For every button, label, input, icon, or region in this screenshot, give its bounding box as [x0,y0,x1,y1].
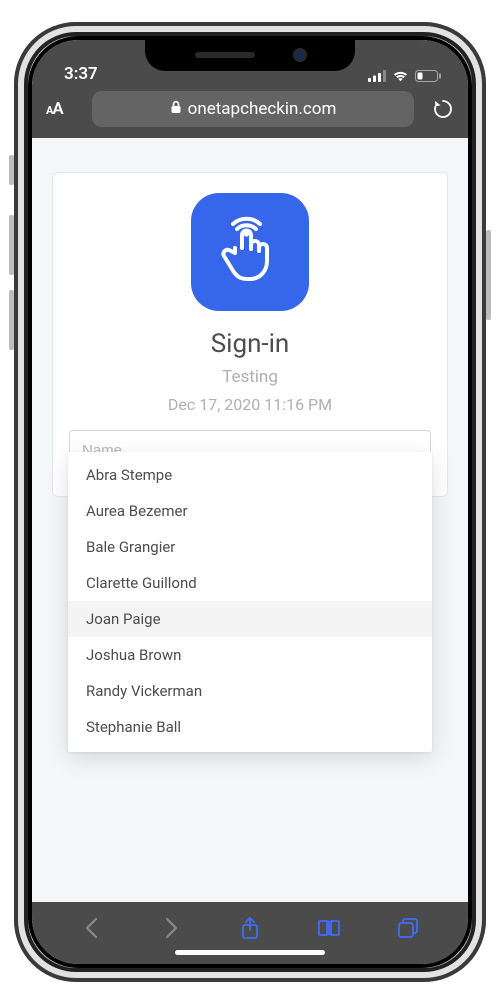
suggestion-item[interactable]: Joshua Brown [68,637,432,673]
share-button[interactable] [230,916,270,940]
status-indicators [368,70,442,84]
suggestion-item[interactable]: Abra Stempe [68,452,432,493]
page-timestamp: Dec 17, 2020 11:16 PM [69,395,431,414]
address-bar[interactable]: onetapcheckin.com [92,91,414,127]
suggestion-item[interactable]: Joan Paige [68,601,432,637]
browser-toolbar: AA onetapcheckin.com [32,88,468,138]
page-content: Sign-in Testing Dec 17, 2020 11:16 PM Ab… [32,138,468,902]
tabs-button[interactable] [388,917,428,939]
phone-bezel: 3:37 [14,22,486,982]
url-text: onetapcheckin.com [188,99,337,119]
status-time: 3:37 [64,64,98,84]
lock-icon [170,99,182,119]
suggestion-item[interactable]: Clarette Guillond [68,565,432,601]
notch [145,39,355,71]
suggestion-item[interactable]: Bale Grangier [68,529,432,565]
phone-body: 3:37 [28,36,472,968]
bookmarks-button[interactable] [309,918,349,938]
app-logo [191,193,309,311]
device-frame: 3:37 [0,0,500,1005]
text-size-button[interactable]: AA [46,99,82,119]
power-button [486,230,491,320]
battery-icon [415,70,442,82]
cellular-icon [368,70,386,82]
screen: 3:37 [32,40,468,964]
back-button[interactable] [72,917,112,939]
page-title: Sign-in [69,329,431,359]
page-subtitle: Testing [69,367,431,387]
suggestion-item[interactable]: Aurea Bezemer [68,493,432,529]
reload-button[interactable] [424,98,454,120]
signin-card: Sign-in Testing Dec 17, 2020 11:16 PM [52,172,448,497]
name-suggestions-dropdown[interactable]: Abra StempeAurea BezemerBale GrangierCla… [68,452,432,752]
wifi-icon [392,70,409,82]
suggestion-item[interactable]: Stephanie Ball [68,709,432,752]
forward-button[interactable] [151,917,191,939]
suggestion-item[interactable]: Randy Vickerman [68,673,432,709]
home-indicator[interactable] [175,950,325,955]
